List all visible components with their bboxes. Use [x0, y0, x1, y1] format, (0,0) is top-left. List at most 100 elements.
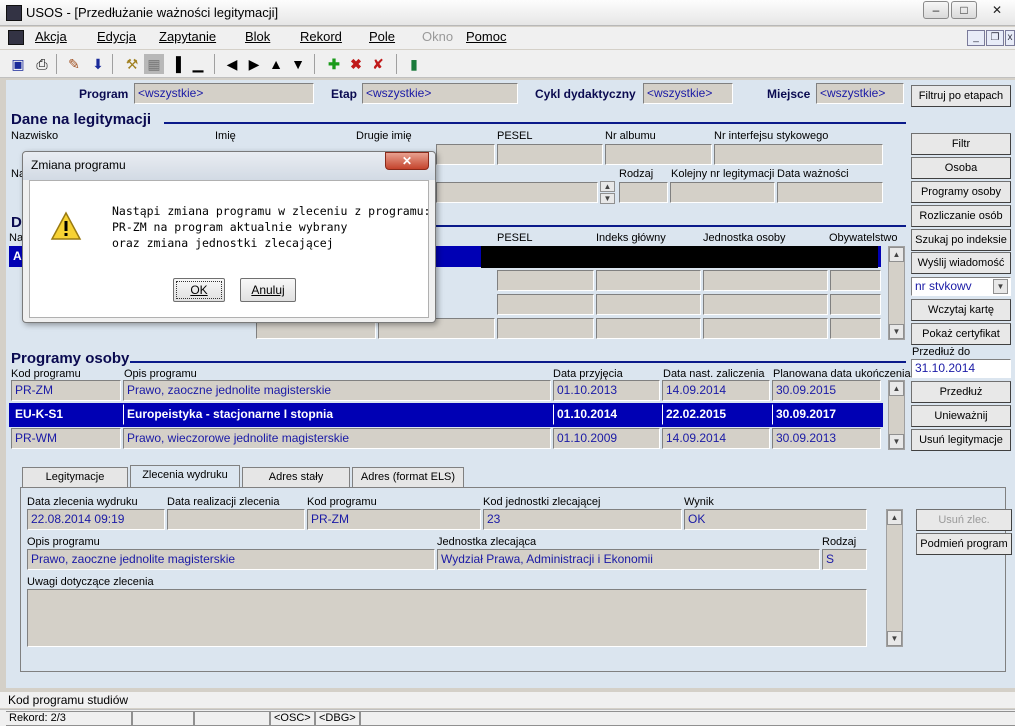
filter-by-stage-button[interactable]: Filtruj po etapach: [911, 85, 1011, 107]
data-zaliczenia-cell[interactable]: 22.02.2015: [662, 404, 770, 425]
kod-jednostki-field[interactable]: 23: [483, 509, 682, 530]
menu-pomoc[interactable]: Pomoc: [466, 29, 506, 44]
opis-programu-cell[interactable]: Prawo, zaoczne jednolite magisterskie: [123, 380, 551, 401]
miejsce-filter-field[interactable]: <wszystkie>: [816, 83, 904, 104]
zlecenia-scrollbar[interactable]: [886, 509, 903, 647]
execute-query-icon[interactable]: ▦: [144, 54, 164, 74]
pesel-field[interactable]: [497, 144, 603, 165]
kod-programu-cell[interactable]: PR-WM: [11, 428, 121, 449]
osoby-row-cell[interactable]: [497, 318, 594, 339]
chevron-down-icon[interactable]: ▼: [993, 279, 1008, 294]
rodzaj-field[interactable]: S: [822, 549, 867, 570]
opis-programu-cell[interactable]: Prawo, wieczorowe jednolite magisterskie: [123, 428, 551, 449]
data-realizacji-field[interactable]: [167, 509, 305, 530]
query-icon[interactable]: ⚒: [122, 54, 142, 74]
data-zaliczenia-cell[interactable]: 14.09.2014: [662, 380, 770, 401]
data-zaliczenia-cell[interactable]: 14.09.2014: [662, 428, 770, 449]
clear-record-icon[interactable]: ✘: [368, 54, 388, 74]
osoby-row-cell[interactable]: [497, 294, 594, 315]
rodzaj-field[interactable]: [619, 182, 668, 203]
osoby-row-cell[interactable]: [596, 294, 701, 315]
osoby-row-cell[interactable]: [703, 270, 828, 291]
kod-programu-cell[interactable]: EU-K-S1: [11, 404, 121, 425]
menu-edycja[interactable]: Edycja: [97, 29, 136, 44]
planowana-data-cell[interactable]: 30.09.2013: [772, 428, 881, 449]
scroll-up-icon[interactable]: ▲: [889, 247, 904, 262]
next-record-icon[interactable]: ▼: [288, 54, 308, 74]
mdi-close-icon[interactable]: x: [1005, 30, 1015, 46]
data-waznosci-field[interactable]: [777, 182, 883, 203]
dialog-close-icon[interactable]: ✕: [385, 152, 429, 170]
uniewaznij-button[interactable]: Unieważnij: [911, 405, 1011, 427]
rozliczanie-osob-button[interactable]: Rozliczanie osób: [911, 205, 1011, 227]
exit-icon[interactable]: ▮: [404, 54, 424, 74]
menu-blok[interactable]: Blok: [245, 29, 270, 44]
ok-button[interactable]: OK: [173, 278, 225, 302]
opis-programu-field[interactable]: Prawo, zaoczne jednolite magisterskie: [27, 549, 435, 570]
osoby-row-cell[interactable]: [830, 270, 881, 291]
name-field-row2[interactable]: [436, 182, 598, 203]
app-icon[interactable]: [6, 5, 22, 21]
tab-adres-staly[interactable]: Adres stały: [242, 467, 350, 487]
scroll-up-icon[interactable]: ▲: [887, 510, 902, 525]
kod-programu-field[interactable]: PR-ZM: [307, 509, 481, 530]
menu-rekord[interactable]: Rekord: [300, 29, 342, 44]
edit-icon[interactable]: ✎: [64, 54, 84, 74]
wynik-field[interactable]: OK: [684, 509, 867, 530]
scroll-down-icon[interactable]: ▼: [889, 434, 904, 449]
pokaz-certyfikat-button[interactable]: Pokaż certyfikat: [911, 323, 1011, 345]
osoby-row-cell[interactable]: [703, 294, 828, 315]
count-icon[interactable]: ▐: [166, 54, 186, 74]
osoba-button[interactable]: Osoba: [911, 157, 1011, 179]
mdi-minimize-icon[interactable]: _: [967, 30, 985, 46]
data-zlecenia-field[interactable]: 22.08.2014 09:19: [27, 509, 165, 530]
przedluz-button[interactable]: Przedłuż: [911, 381, 1011, 403]
kod-programu-cell[interactable]: PR-ZM: [11, 380, 121, 401]
delete-record-icon[interactable]: ✖: [346, 54, 366, 74]
prev-record-icon[interactable]: ▲: [266, 54, 286, 74]
osoby-row-cell[interactable]: [830, 294, 881, 315]
etap-filter-field[interactable]: <wszystkie>: [362, 83, 518, 104]
mdi-restore-icon[interactable]: ❐: [986, 30, 1004, 46]
doc-icon[interactable]: [8, 30, 24, 45]
tab-adres-els[interactable]: Adres (format ELS): [352, 467, 464, 487]
stats-icon[interactable]: ▁: [188, 54, 208, 74]
uwagi-field[interactable]: [27, 589, 867, 647]
osoby-row-cell[interactable]: [596, 270, 701, 291]
jednostka-zlecajaca-field[interactable]: Wydział Prawa, Administracji i Ekonomii: [437, 549, 820, 570]
print-icon[interactable]: ⎙: [32, 54, 52, 74]
next-block-icon[interactable]: ▶: [244, 54, 264, 74]
wczytaj-karte-button[interactable]: Wczytaj kartę: [911, 299, 1011, 321]
osoby-row-cell[interactable]: [703, 318, 828, 339]
download-icon[interactable]: ⬇: [88, 54, 108, 74]
menu-pole[interactable]: Pole: [369, 29, 395, 44]
opis-programu-cell[interactable]: Europeistyka - stacjonarne I stopnia: [123, 404, 551, 425]
cykl-filter-field[interactable]: <wszystkie>: [643, 83, 733, 104]
tab-legitymacje[interactable]: Legitymacje: [22, 467, 128, 487]
nr-albumu-field[interactable]: [605, 144, 712, 165]
usun-zlec-button[interactable]: Usuń zlec.: [916, 509, 1012, 531]
menu-zapytanie[interactable]: Zapytanie: [159, 29, 216, 44]
scroll-down-icon[interactable]: ▼: [887, 631, 902, 646]
filtr-button[interactable]: Filtr: [911, 133, 1011, 155]
data-przyjecia-cell[interactable]: 01.10.2013: [553, 380, 660, 401]
osoby-row-cell[interactable]: [830, 318, 881, 339]
scroll-down-icon[interactable]: ▼: [889, 324, 904, 339]
menu-akcja[interactable]: Akcja: [35, 29, 67, 44]
usun-legitymacje-button[interactable]: Usuń legitymacje: [911, 429, 1011, 451]
kolejny-nr-field[interactable]: [670, 182, 775, 203]
anuluj-button[interactable]: Anuluj: [240, 278, 296, 302]
data-przyjecia-cell[interactable]: 01.10.2014: [553, 404, 660, 425]
spinner-down-icon[interactable]: ▼: [600, 193, 615, 204]
wyslij-wiadomosc-button[interactable]: Wyślij wiadomość: [911, 252, 1011, 274]
osoby-row-cell[interactable]: [596, 318, 701, 339]
program-filter-field[interactable]: <wszystkie>: [134, 83, 314, 104]
nr-interfejsu-field[interactable]: [714, 144, 883, 165]
close-icon[interactable]: ✕: [984, 1, 1010, 19]
planowana-data-cell[interactable]: 30.09.2015: [772, 380, 881, 401]
minimize-icon[interactable]: –: [923, 1, 949, 19]
przedluz-do-field[interactable]: 31.10.2014: [911, 359, 1011, 378]
maximize-icon[interactable]: □: [951, 1, 977, 19]
osoby-row-cell[interactable]: [497, 270, 594, 291]
prev-block-icon[interactable]: ◀: [222, 54, 242, 74]
